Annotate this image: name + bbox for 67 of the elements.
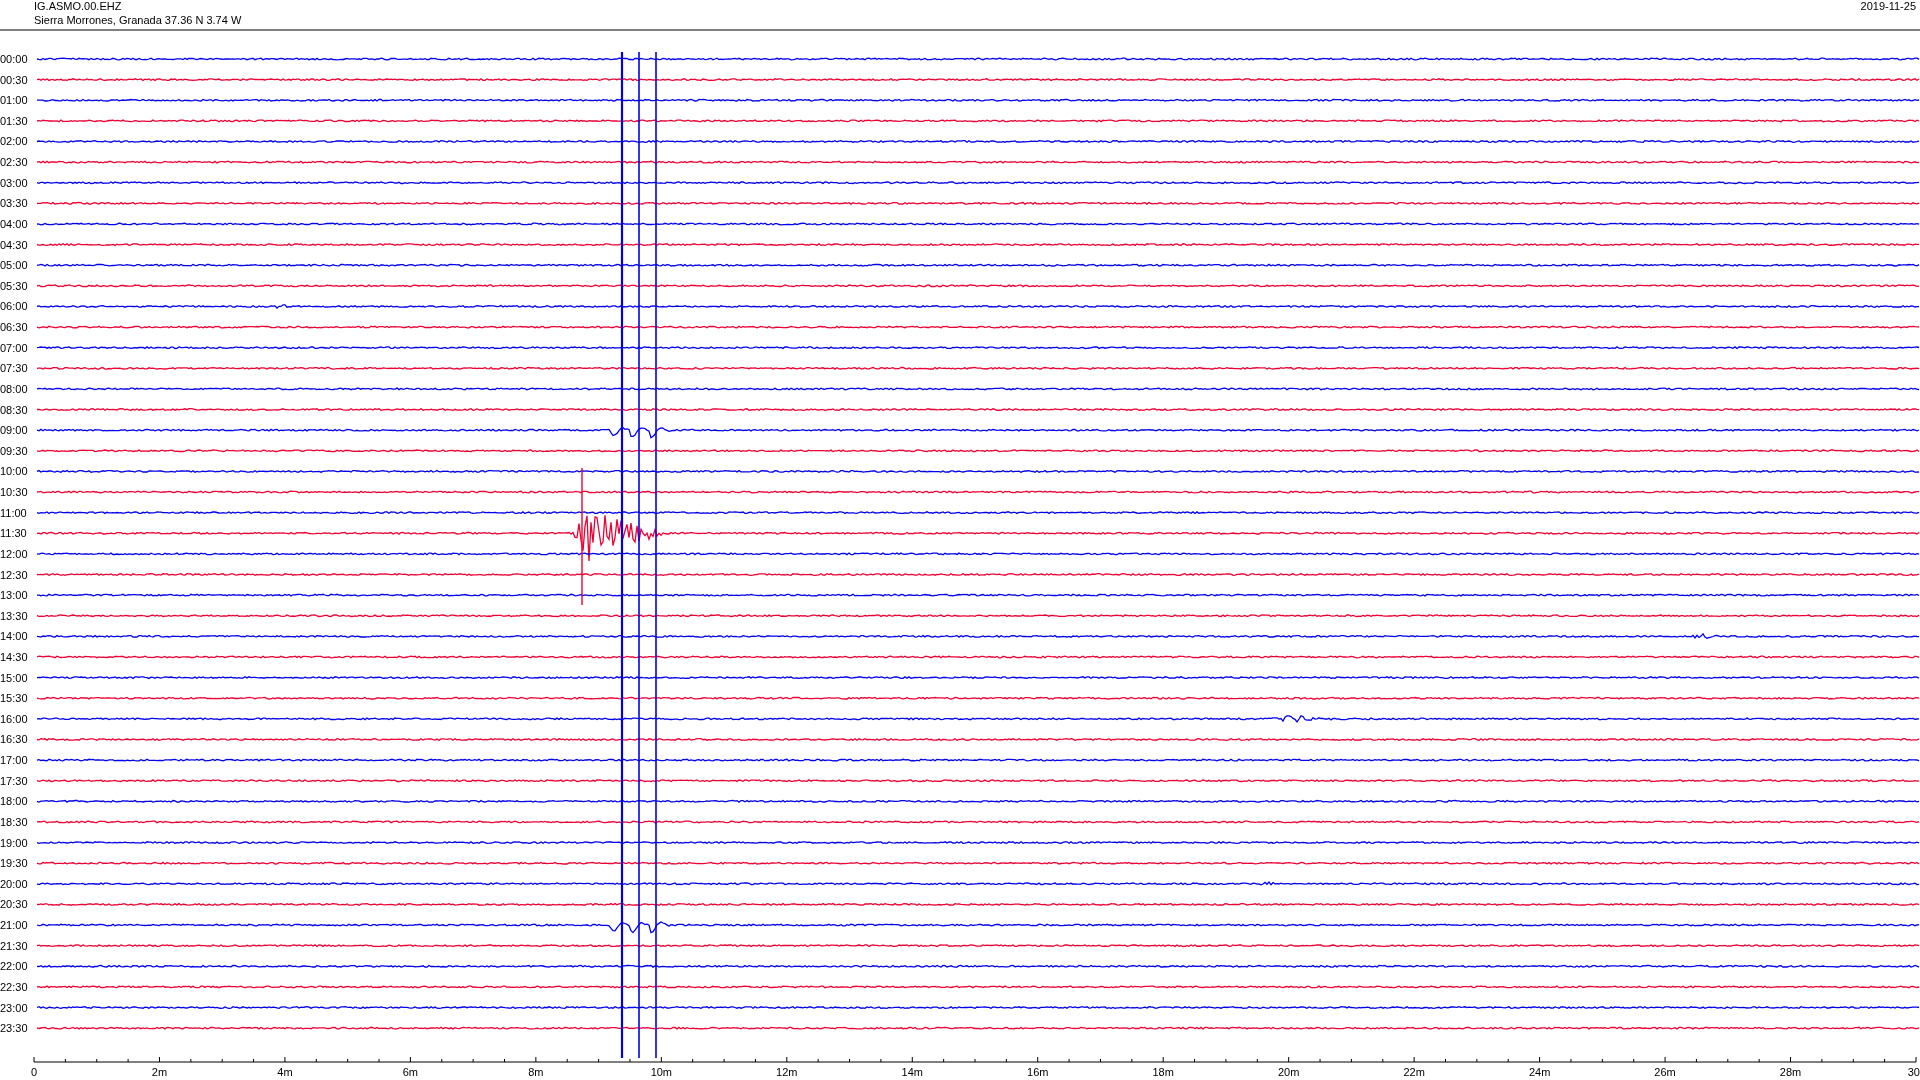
time-label: 21:00	[0, 919, 28, 932]
axis-label: 14m	[901, 1066, 923, 1078]
time-label: 19:00	[0, 836, 28, 849]
time-label: 01:00	[0, 94, 28, 107]
time-label: 13:00	[0, 589, 28, 602]
axis-label: 26m	[1654, 1066, 1676, 1078]
axis-label: 10m	[650, 1066, 673, 1078]
time-label: 08:30	[0, 403, 28, 416]
time-label: 11:30	[0, 527, 27, 540]
axis-label: 0	[30, 1066, 38, 1078]
time-label: 03:00	[0, 176, 28, 189]
time-label: 09:00	[0, 424, 28, 437]
time-label: 17:30	[0, 774, 28, 787]
time-label: 11:00	[0, 506, 27, 519]
time-label: 13:30	[0, 609, 28, 622]
time-label: 04:30	[0, 238, 28, 251]
time-label: 14:00	[0, 630, 28, 643]
axis-label: 28m	[1779, 1066, 1802, 1078]
time-label: 16:30	[0, 733, 28, 746]
time-label: 18:30	[0, 815, 28, 828]
time-label: 12:00	[0, 547, 28, 560]
axis-label: 8m	[528, 1066, 544, 1078]
time-label: 10:30	[0, 486, 28, 498]
time-label: 05:30	[0, 279, 28, 292]
time-label: 07:00	[0, 341, 28, 354]
axis-label: 20m	[1277, 1066, 1300, 1078]
time-label: 01:30	[0, 114, 28, 127]
time-label: 10:00	[0, 465, 28, 478]
time-label: 05:00	[0, 259, 28, 272]
axis-label: 12m	[776, 1066, 798, 1078]
time-label: 08:00	[0, 382, 28, 395]
time-label: 22:30	[0, 980, 28, 993]
axis-label: 16m	[1027, 1066, 1049, 1078]
time-label: 12:30	[0, 568, 28, 581]
time-label: 20:00	[0, 877, 28, 890]
time-label: 07:30	[0, 362, 28, 375]
time-label: 04:00	[0, 217, 28, 230]
time-label: 17:00	[0, 754, 28, 767]
plot-date: 2019-11-25	[1860, 0, 1916, 12]
time-label: 00:30	[0, 73, 28, 86]
time-label: 02:00	[0, 135, 28, 148]
time-label: 14:30	[0, 651, 28, 663]
time-label: 00:00	[0, 53, 28, 65]
axis-label: 2m	[151, 1066, 168, 1078]
axis-label: 24m	[1528, 1066, 1551, 1078]
time-label: 06:00	[0, 300, 28, 313]
time-label: 06:30	[0, 321, 28, 334]
time-label: 21:30	[0, 939, 28, 952]
time-label: 22:00	[0, 960, 28, 973]
time-label: 23:00	[0, 1001, 28, 1014]
time-label: 15:30	[0, 692, 28, 705]
time-label: 19:30	[0, 857, 28, 870]
time-label: 15:00	[0, 671, 28, 684]
axis-label: 6m	[402, 1066, 419, 1078]
axis-label: 30	[1907, 1066, 1920, 1078]
time-label: 03:30	[0, 197, 28, 210]
time-label: 09:30	[0, 444, 28, 457]
axis-label: 22m	[1403, 1066, 1425, 1078]
station-location: Sierra Morrones, Granada 37.36 N 3.74 W	[34, 14, 242, 26]
axis-label: 4m	[277, 1066, 293, 1078]
time-label: 18:00	[0, 795, 28, 808]
time-label: 20:30	[0, 898, 28, 911]
time-label: 02:30	[0, 156, 28, 169]
station-code: IG.ASMO.00.EHZ	[34, 0, 122, 12]
time-label: 23:30	[0, 1022, 28, 1035]
axis-label: 18m	[1152, 1066, 1174, 1078]
time-label: 16:00	[0, 712, 28, 725]
